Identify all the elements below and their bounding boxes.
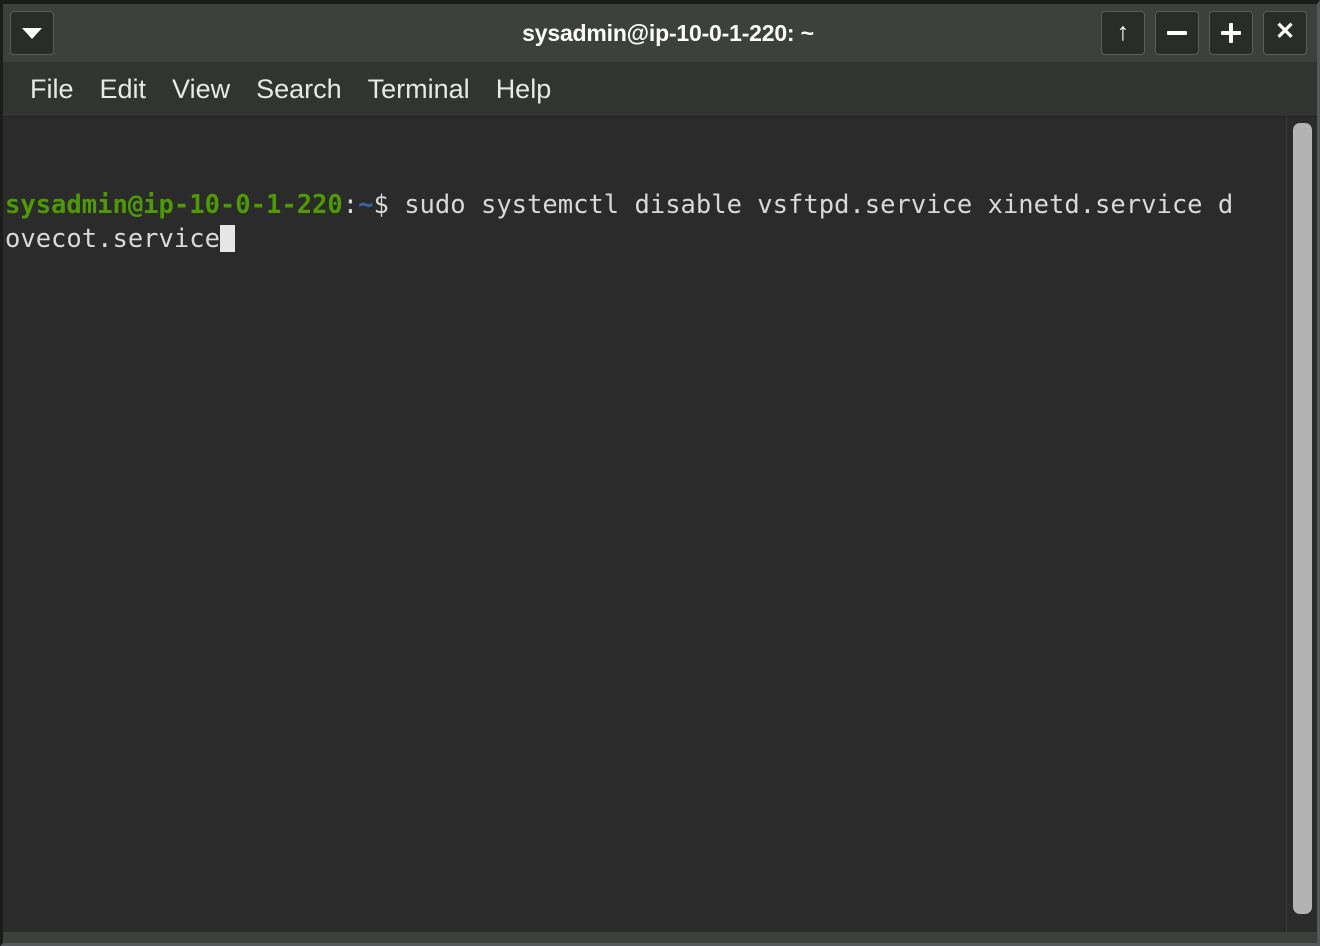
terminal-line-1: sysadmin@ip-10-0-1-220:~$ sudo systemctl… (5, 188, 1286, 222)
terminal-output[interactable]: sysadmin@ip-10-0-1-220:~$ sudo systemctl… (3, 117, 1286, 932)
plus-icon (1221, 23, 1241, 43)
terminal-line-2: ovecot.service (5, 222, 1286, 256)
menu-item-terminal[interactable]: Terminal (355, 74, 483, 105)
terminal-scrollbar[interactable] (1286, 117, 1317, 932)
prompt-user-host: sysadmin@ip-10-0-1-220 (5, 190, 343, 220)
menu-bar: File Edit View Search Terminal Help (3, 62, 1317, 116)
prompt-path: ~ (358, 190, 374, 220)
menu-item-file[interactable]: File (17, 74, 87, 105)
arrow-up-icon: ↑ (1116, 17, 1130, 46)
window-menu-button[interactable] (10, 11, 54, 55)
minimize-window-button[interactable] (1155, 11, 1199, 55)
menu-item-view[interactable]: View (159, 74, 243, 105)
menu-item-search[interactable]: Search (243, 74, 355, 105)
close-window-button[interactable]: ✕ (1263, 11, 1307, 55)
command-text-line-2: ovecot.service (5, 224, 220, 254)
prompt-colon: : (342, 190, 359, 220)
text-cursor (219, 225, 235, 252)
title-bar[interactable]: sysadmin@ip-10-0-1-220: ~ ↑ ✕ (3, 4, 1317, 62)
status-bar (3, 932, 1317, 943)
shade-window-button[interactable]: ↑ (1101, 11, 1145, 55)
close-icon: ✕ (1274, 18, 1296, 45)
window-controls: ↑ ✕ (1101, 4, 1307, 62)
terminal-area: sysadmin@ip-10-0-1-220:~$ sudo systemctl… (3, 116, 1317, 932)
menu-item-help[interactable]: Help (483, 74, 565, 105)
maximize-window-button[interactable] (1209, 11, 1253, 55)
chevron-down-icon (22, 27, 42, 39)
scrollbar-thumb[interactable] (1293, 123, 1312, 914)
menu-item-edit[interactable]: Edit (87, 74, 160, 105)
command-text-line-1: sudo systemctl disable vsftpd.service xi… (404, 190, 1234, 220)
terminal-window: sysadmin@ip-10-0-1-220: ~ ↑ ✕ File Edit … (0, 0, 1320, 946)
prompt-sigil: $ (373, 190, 405, 220)
minus-icon (1167, 31, 1187, 35)
